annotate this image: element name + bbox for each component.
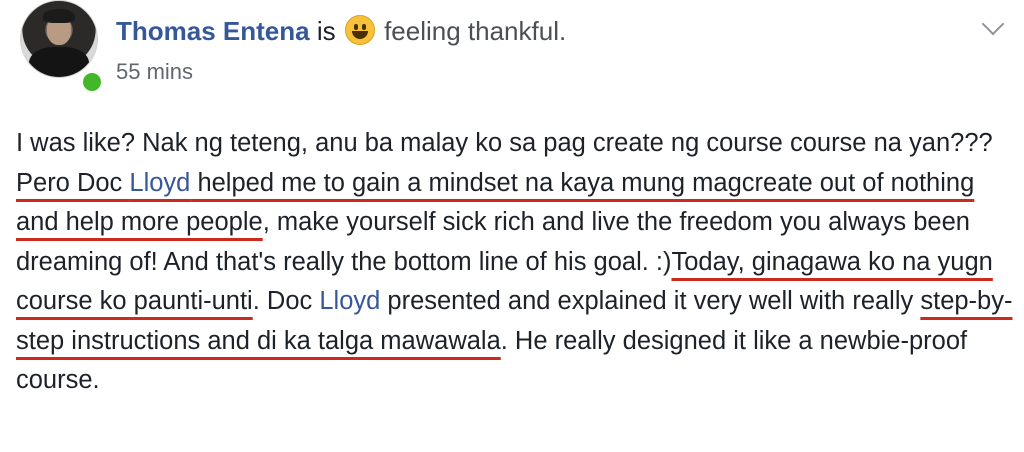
profile-avatar[interactable] bbox=[20, 0, 98, 78]
post-header: Thomas Entena is feeling thankful. bbox=[116, 14, 566, 48]
post-timestamp-link[interactable]: 55 mins bbox=[116, 58, 193, 86]
lloyd-profile-link[interactable]: Lloyd bbox=[319, 287, 380, 315]
avatar-body-shape bbox=[29, 47, 89, 77]
body-text-segment: I was like? Nak ng teteng, anu ba malay … bbox=[16, 129, 993, 157]
author-name-link[interactable]: Thomas Entena bbox=[116, 16, 310, 46]
chevron-down-icon[interactable] bbox=[981, 12, 1005, 36]
grinning-face-emoji-icon bbox=[344, 15, 375, 45]
emoji-left-eye bbox=[353, 24, 358, 30]
lloyd-profile-link[interactable]: Lloyd bbox=[129, 169, 190, 197]
post-body-text: I was like? Nak ng teteng, anu ba malay … bbox=[16, 124, 1016, 401]
emoji-mouth bbox=[351, 31, 368, 39]
header-verb: is bbox=[316, 16, 336, 46]
emoji-right-eye bbox=[361, 24, 366, 30]
body-text-segment: Pero Doc bbox=[16, 168, 130, 197]
avatar-hair-shape bbox=[43, 9, 75, 23]
feeling-activity[interactable]: feeling thankful. bbox=[384, 16, 566, 46]
facebook-post: Thomas Entena is feeling thankful. 55 mi… bbox=[0, 0, 1024, 452]
body-text-segment: presented and explained it very well wit… bbox=[380, 287, 921, 315]
online-status-indicator bbox=[80, 70, 104, 94]
body-text-segment: . Doc bbox=[252, 287, 320, 315]
